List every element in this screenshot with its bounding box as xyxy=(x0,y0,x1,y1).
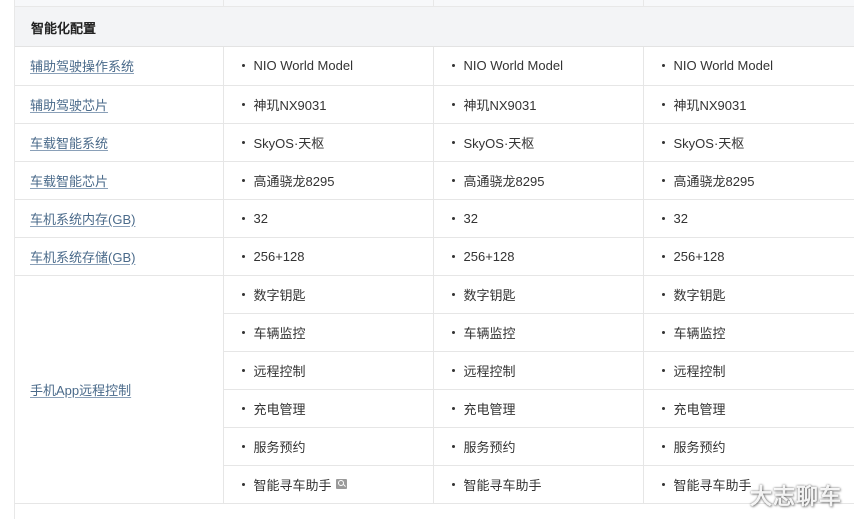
cell-value: SkyOS·天枢 xyxy=(253,135,325,151)
bullet xyxy=(661,482,665,486)
cell-value: 32 xyxy=(463,210,478,226)
bullet xyxy=(661,64,665,68)
cell-value: 车辆监控 xyxy=(673,325,726,341)
top-divider xyxy=(643,0,644,6)
cell-value: NIO World Model xyxy=(673,58,773,74)
table-row: 手机App远程控制 数字钥匙 数字钥匙 数字钥匙 xyxy=(15,275,854,504)
table-row: 辅助驾驶操作系统 NIO World Model NIO World Model… xyxy=(15,47,854,86)
cell-value: 车辆监控 xyxy=(463,325,516,341)
bullet xyxy=(241,368,245,372)
top-divider xyxy=(223,0,224,6)
table-row: 车载智能芯片 高通骁龙8295 高通骁龙8295 高通骁龙8295 xyxy=(15,161,854,200)
bullet xyxy=(241,102,245,106)
cell-value: 256+128 xyxy=(253,248,305,264)
bullet xyxy=(661,292,665,296)
spec-table: 辅助驾驶操作系统 NIO World Model NIO World Model… xyxy=(15,47,854,504)
cell-value: NIO World Model xyxy=(463,58,563,74)
bullet xyxy=(241,330,245,334)
cell-value: SkyOS·天枢 xyxy=(463,135,535,151)
cell-value: 充电管理 xyxy=(463,401,516,417)
bullet xyxy=(451,482,455,486)
cell-value: 神玑NX9031 xyxy=(673,97,747,113)
magnifier-icon[interactable] xyxy=(335,479,347,489)
table-row: 车机系统内存(GB) 32 32 32 xyxy=(15,199,854,238)
cell-value: 神玑NX9031 xyxy=(253,97,327,113)
cell-value: 远程控制 xyxy=(463,363,516,379)
bullet xyxy=(451,178,455,182)
cell-value: 256+128 xyxy=(463,248,515,264)
bullet xyxy=(241,140,245,144)
bullet xyxy=(451,216,455,220)
cell-value: 充电管理 xyxy=(253,401,306,417)
cell-value: SkyOS·天枢 xyxy=(673,135,745,151)
row-label-link[interactable]: 辅助驾驶芯片 xyxy=(30,98,108,113)
bullet xyxy=(451,254,455,258)
bullet xyxy=(661,444,665,448)
section-header: 智能化配置 xyxy=(15,7,854,47)
cell-value: 远程控制 xyxy=(673,363,726,379)
bullet xyxy=(241,482,245,486)
cell-value: 服务预约 xyxy=(673,439,726,455)
cell-value: 高通骁龙8295 xyxy=(463,173,545,189)
cell-value: 神玑NX9031 xyxy=(463,97,537,113)
bullet xyxy=(661,368,665,372)
cell-value: 数字钥匙 xyxy=(463,287,516,303)
bullet xyxy=(451,102,455,106)
bullet xyxy=(661,140,665,144)
bullet xyxy=(661,406,665,410)
cell-value: 数字钥匙 xyxy=(253,287,306,303)
row-label-link[interactable]: 辅助驾驶操作系统 xyxy=(30,59,134,74)
bullet xyxy=(661,330,665,334)
bullet xyxy=(451,64,455,68)
cell-value: 服务预约 xyxy=(463,439,516,455)
table-row: 辅助驾驶芯片 神玑NX9031 神玑NX9031 神玑NX9031 xyxy=(15,85,854,124)
cell-value: 32 xyxy=(673,210,688,226)
bullet xyxy=(661,102,665,106)
spec-panel: 智能化配置 辅助驾驶操作系统 NIO World Model NIO World… xyxy=(14,0,854,519)
cell-value: 车辆监控 xyxy=(253,325,306,341)
top-divider xyxy=(433,0,434,6)
bullet xyxy=(451,406,455,410)
row-label-link[interactable]: 手机App远程控制 xyxy=(30,383,131,398)
cell-value: 服务预约 xyxy=(253,439,306,455)
bullet xyxy=(451,140,455,144)
cell-value: 智能寻车助手 xyxy=(253,477,332,493)
row-label-link[interactable]: 车载智能芯片 xyxy=(30,174,108,189)
bullet xyxy=(661,178,665,182)
bullet xyxy=(241,444,245,448)
bullet xyxy=(451,444,455,448)
bullet xyxy=(241,216,245,220)
bullet xyxy=(241,292,245,296)
table-row: 车载智能系统 SkyOS·天枢 SkyOS·天枢 SkyOS·天枢 xyxy=(15,123,854,162)
bullet xyxy=(241,254,245,258)
bullet xyxy=(241,64,245,68)
bullet xyxy=(451,368,455,372)
bullet xyxy=(661,216,665,220)
cell-value: 数字钥匙 xyxy=(673,287,726,303)
cell-value: 高通骁龙8295 xyxy=(673,173,755,189)
cell-value: 充电管理 xyxy=(673,401,726,417)
cell-value: NIO World Model xyxy=(253,58,353,74)
table-row: 车机系统存储(GB) 256+128 256+128 256+128 xyxy=(15,237,854,276)
bullet xyxy=(241,178,245,182)
top-strip xyxy=(15,0,854,7)
section-title: 智能化配置 xyxy=(31,21,97,36)
cell-value: 智能寻车助手 xyxy=(673,477,752,493)
bullet xyxy=(451,292,455,296)
row-label-link[interactable]: 车机系统存储(GB) xyxy=(30,250,135,265)
cell-value: 高通骁龙8295 xyxy=(253,173,335,189)
bullet xyxy=(241,406,245,410)
watermark: 大志聊车 xyxy=(749,484,842,509)
cell-value: 智能寻车助手 xyxy=(463,477,542,493)
cell-value: 32 xyxy=(253,210,268,226)
row-label-link[interactable]: 车机系统内存(GB) xyxy=(30,212,135,227)
row-label-link[interactable]: 车载智能系统 xyxy=(30,136,108,151)
cell-value: 256+128 xyxy=(673,248,725,264)
bullet xyxy=(451,330,455,334)
cell-value: 远程控制 xyxy=(253,363,306,379)
bullet xyxy=(661,254,665,258)
